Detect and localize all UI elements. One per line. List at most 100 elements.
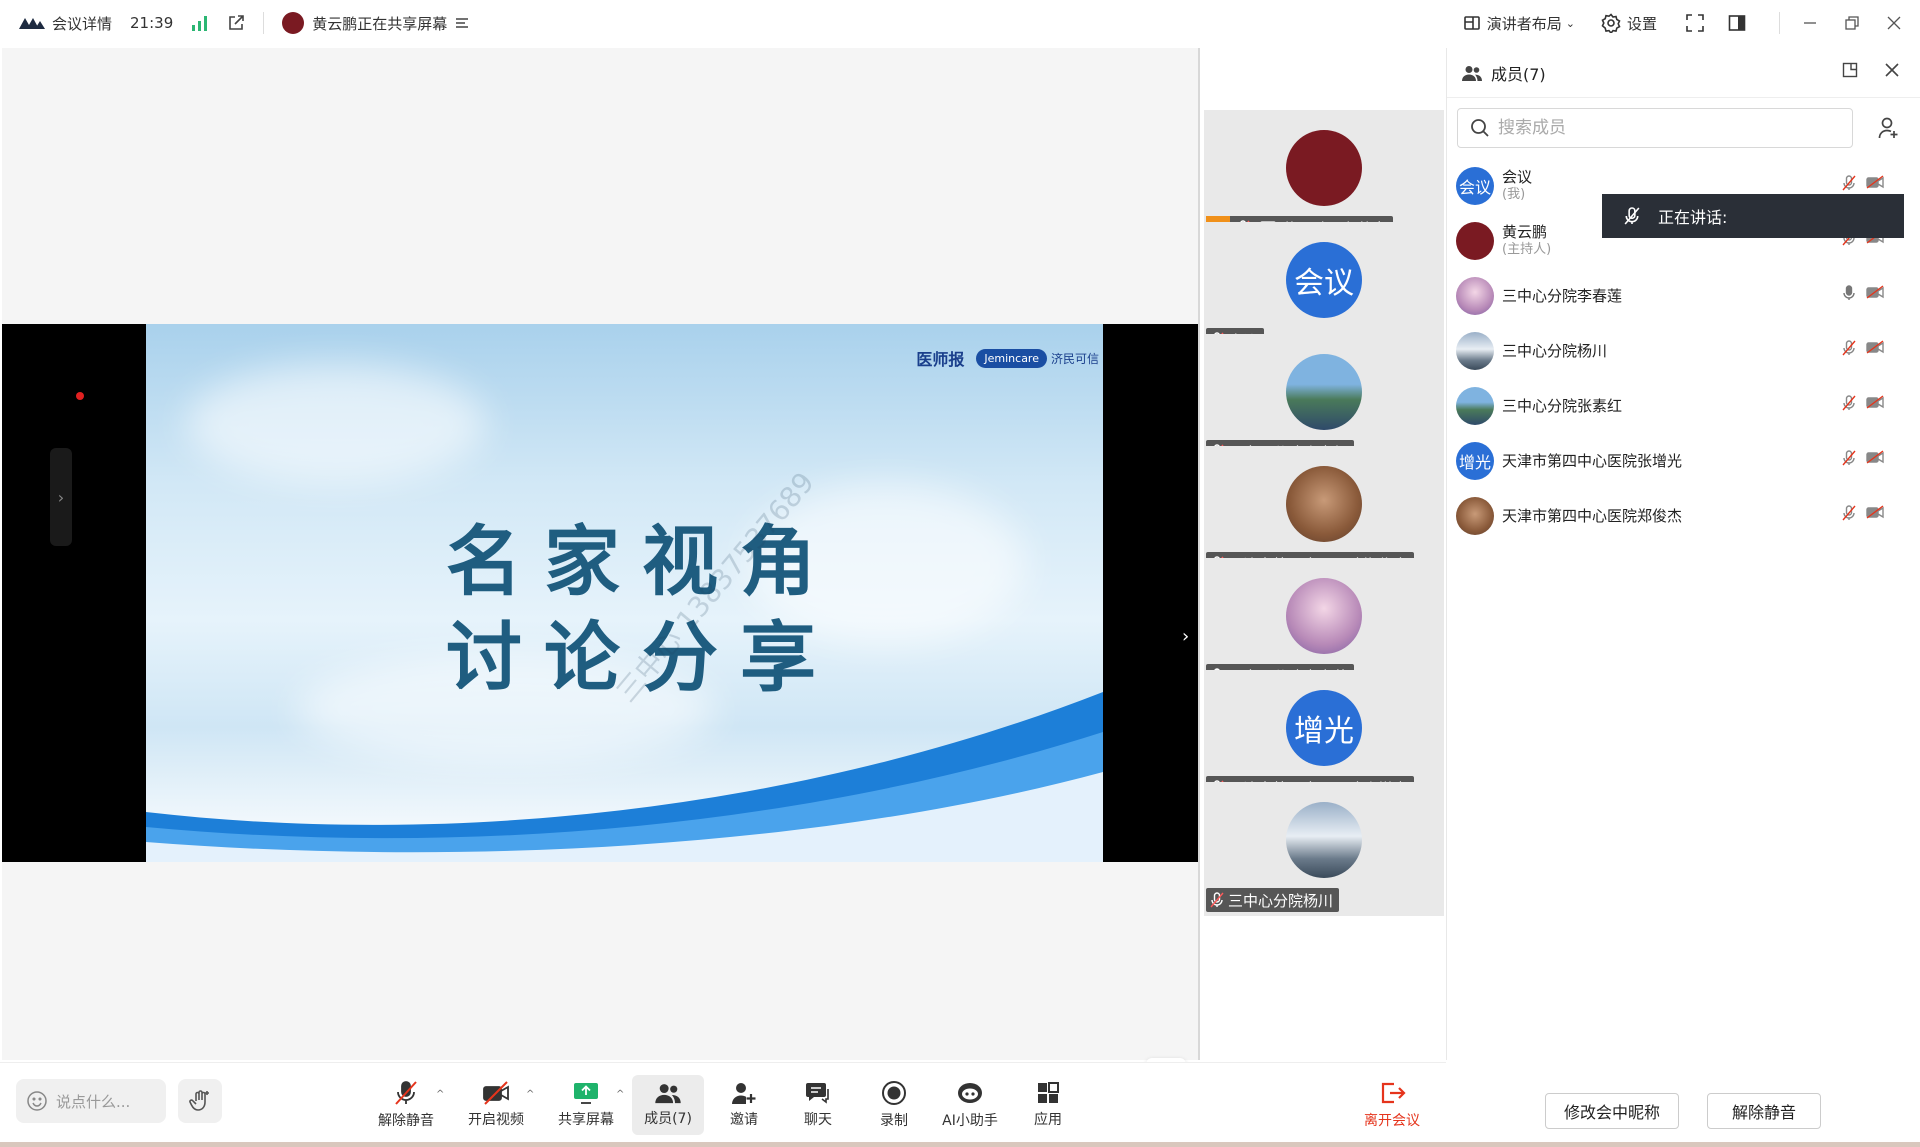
- divider[interactable]: [1198, 48, 1200, 1060]
- add-user-button[interactable]: [1869, 108, 1909, 148]
- mic-muted-icon[interactable]: [1842, 340, 1856, 356]
- close-icon[interactable]: [1884, 62, 1908, 78]
- record-icon: [882, 1081, 906, 1105]
- member-row[interactable]: 增光 天津市第四中心医院张增光: [1456, 436, 1910, 486]
- add-user-icon: [1878, 117, 1898, 139]
- member-row[interactable]: 三中心分院杨川: [1456, 326, 1910, 376]
- mic-muted-icon[interactable]: [1842, 505, 1856, 521]
- bottom-toolbar: 说点什么... 解除静音 ^ 开启视频 ^ 共享屏幕 ^ 成员(7) 邀请 聊天…: [0, 1062, 1446, 1147]
- quick-chat-input[interactable]: 说点什么...: [16, 1079, 166, 1123]
- camera-off-icon[interactable]: [1866, 505, 1884, 521]
- member-name: 会议: [1502, 168, 1533, 186]
- mic-muted-icon: [1210, 892, 1224, 908]
- apps-grid-icon: [1038, 1082, 1059, 1103]
- unmute-button[interactable]: 解除静音: [1707, 1092, 1822, 1129]
- camera-off-icon[interactable]: [1866, 450, 1884, 466]
- sidebar-toggle-icon[interactable]: [1725, 11, 1749, 35]
- member-status-icons: [1832, 340, 1884, 356]
- restore-icon[interactable]: [1840, 11, 1864, 35]
- mic-muted-icon[interactable]: [1842, 450, 1856, 466]
- tool-label: 聊天: [804, 1112, 832, 1128]
- smile-icon: [27, 1091, 47, 1111]
- unmute-tool-button[interactable]: 解除静音: [368, 1075, 444, 1135]
- fullscreen-icon[interactable]: [1683, 11, 1707, 35]
- invite-button[interactable]: 邀请: [712, 1075, 776, 1135]
- rename-button[interactable]: 修改会中昵称: [1544, 1092, 1679, 1129]
- signal-icon[interactable]: [191, 15, 209, 31]
- popout-icon[interactable]: [1842, 62, 1866, 78]
- search-icon: [1471, 119, 1489, 137]
- expand-handle[interactable]: ›: [50, 448, 72, 546]
- external-link-icon[interactable]: [227, 14, 245, 32]
- member-name: 三中心分院李春莲: [1502, 287, 1623, 305]
- search-input[interactable]: [1498, 118, 1828, 138]
- settings-button[interactable]: 设置: [1601, 13, 1657, 34]
- chevron-up-icon[interactable]: ^: [616, 1089, 624, 1100]
- minimize-icon[interactable]: [1798, 11, 1822, 35]
- screen-share-area[interactable]: 医师报 Jemincare 济民可信 名家视角 讨论分享 三中心 1383753…: [2, 48, 1198, 1098]
- tool-label: 应用: [1034, 1112, 1062, 1128]
- chat-icon: [806, 1083, 829, 1104]
- video-strip: 黄云鹏正在共享 会议 会议 三中心分院张素红 天津市第四中心医院郑俊杰 三中心分…: [1204, 110, 1444, 1060]
- chat-button[interactable]: 聊天: [786, 1075, 850, 1135]
- camera-off-icon[interactable]: [1866, 395, 1884, 411]
- shared-slide: 医师报 Jemincare 济民可信 名家视角 讨论分享 三中心 1383753…: [146, 324, 1103, 862]
- chevron-right-icon[interactable]: ›: [1182, 626, 1189, 647]
- member-text: 三中心分院杨川: [1502, 342, 1607, 360]
- mic-icon[interactable]: [1842, 285, 1856, 301]
- users-icon: [1462, 65, 1482, 81]
- member-row[interactable]: 三中心分院李春莲: [1456, 271, 1910, 321]
- video-tile[interactable]: 三中心分院杨川: [1204, 782, 1444, 916]
- ai-robot-icon: [958, 1083, 982, 1103]
- start-video-button[interactable]: 开启视频: [458, 1075, 534, 1135]
- layout-button[interactable]: 演讲者布局 ⌄: [1463, 13, 1575, 34]
- share-status[interactable]: 黄云鹏正在共享屏幕: [282, 12, 469, 34]
- settings-label: 设置: [1626, 14, 1657, 33]
- camera-off-icon[interactable]: [1866, 175, 1884, 191]
- tile-name: 三中心分院杨川: [1228, 891, 1334, 910]
- raise-hand-button[interactable]: [178, 1079, 222, 1123]
- chevron-right-icon: ›: [57, 487, 65, 507]
- tool-label: 离开会议: [1364, 1113, 1420, 1129]
- camera-off-icon[interactable]: [1866, 285, 1884, 301]
- avatar: [1286, 802, 1362, 878]
- avatar: 增光: [1456, 442, 1494, 480]
- ai-assistant-button[interactable]: AI小助手: [932, 1075, 1008, 1135]
- avatar: [1456, 277, 1494, 315]
- chevron-up-icon[interactable]: ^: [526, 1089, 534, 1100]
- avatar-text: 增光: [1294, 714, 1354, 749]
- chevron-up-icon[interactable]: ^: [436, 1089, 444, 1100]
- member-name: 天津市第四中心医院张增光: [1502, 452, 1683, 470]
- tool-label: 成员(7): [644, 1111, 692, 1127]
- avatar: [1456, 387, 1494, 425]
- brand-pill: Jemincare: [976, 348, 1047, 368]
- apps-button[interactable]: 应用: [1016, 1075, 1080, 1135]
- divider: [263, 12, 265, 34]
- slide-brand: 医师报 Jemincare 济民可信: [916, 346, 1099, 370]
- recording-dot: [76, 392, 84, 400]
- tool-label: 邀请: [730, 1112, 758, 1128]
- speaking-label: 正在讲话:: [1658, 208, 1728, 227]
- meeting-details-button[interactable]: 会议详情: [18, 13, 112, 34]
- record-button[interactable]: 录制: [862, 1075, 926, 1135]
- avatar: 会议: [1456, 167, 1494, 205]
- members-button[interactable]: 成员(7): [632, 1075, 704, 1135]
- panel-footer: 修改会中昵称 解除静音: [1446, 1074, 1920, 1147]
- chevron-down-icon: ⌄: [1565, 16, 1575, 30]
- member-status-icons: [1832, 450, 1884, 466]
- share-screen-button[interactable]: 共享屏幕: [548, 1075, 624, 1135]
- tool-label: AI小助手: [942, 1113, 998, 1129]
- title-bar: 会议详情 21:39 黄云鹏正在共享屏幕 演讲者布局 ⌄ 设置: [0, 0, 1920, 46]
- panel-title: 成员(7): [1491, 64, 1546, 84]
- tool-label: 录制: [880, 1113, 908, 1129]
- member-row[interactable]: 天津市第四中心医院郑俊杰: [1456, 491, 1910, 541]
- close-icon[interactable]: [1882, 11, 1906, 35]
- camera-off-icon[interactable]: [1866, 340, 1884, 356]
- mic-muted-icon[interactable]: [1842, 175, 1856, 191]
- search-box[interactable]: [1457, 108, 1853, 148]
- app-logo-icon: [19, 18, 45, 29]
- mic-muted-icon[interactable]: [1842, 395, 1856, 411]
- leave-meeting-button[interactable]: 离开会议: [1352, 1075, 1432, 1135]
- member-name: 天津市第四中心医院郑俊杰: [1502, 507, 1683, 525]
- member-row[interactable]: 三中心分院张素红: [1456, 381, 1910, 431]
